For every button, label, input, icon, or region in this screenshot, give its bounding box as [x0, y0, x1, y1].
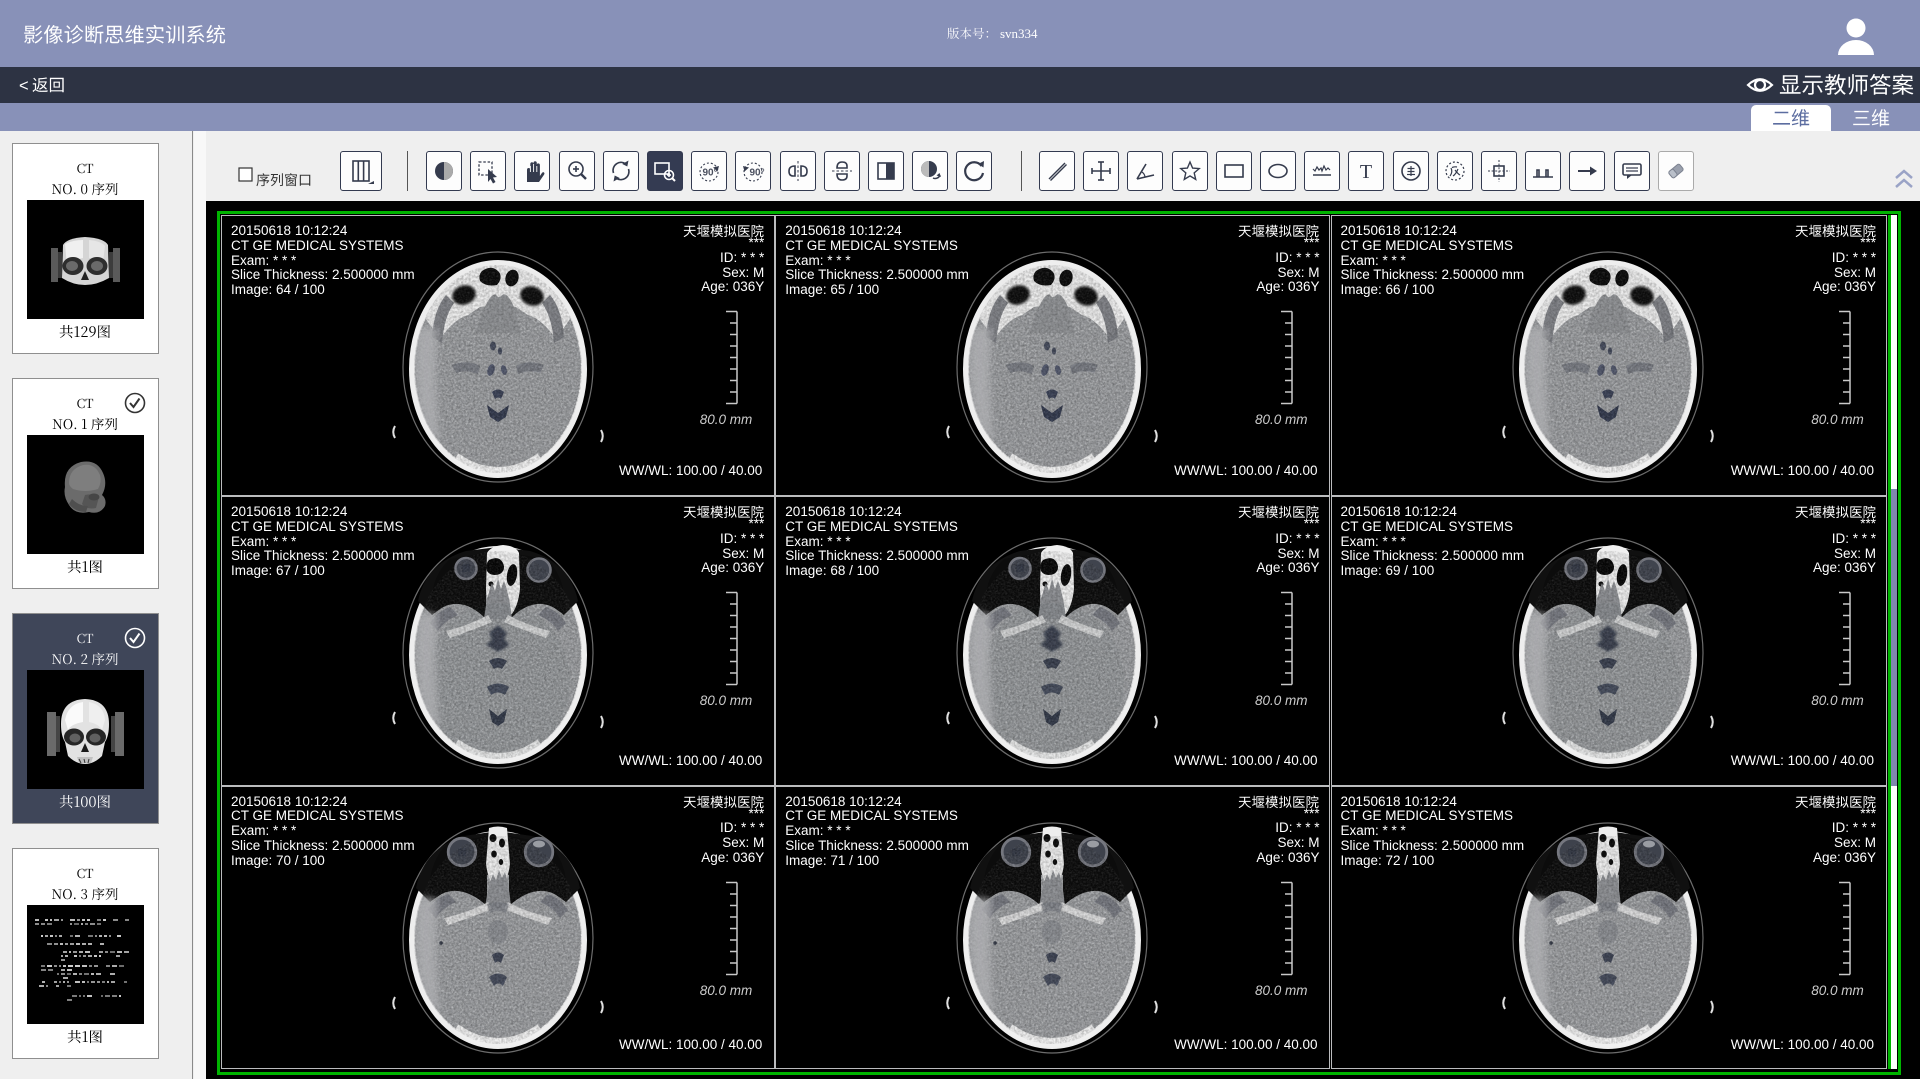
- svg-text:T: T: [1360, 161, 1372, 183]
- svg-text:90°: 90°: [750, 168, 765, 179]
- svg-text:<: <: [19, 77, 29, 95]
- svg-text:svn334: svn334: [1000, 26, 1038, 41]
